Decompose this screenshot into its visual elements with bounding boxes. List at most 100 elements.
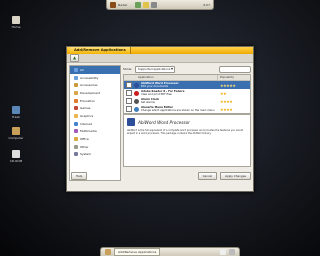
- app-name-cell: Alarm Clock Set alarms: [139, 98, 220, 104]
- table-row[interactable]: AbiWord Word Processor Edit your document…: [124, 81, 250, 89]
- category-label: Graphics: [80, 113, 94, 118]
- workspace-switcher-icon[interactable]: [220, 249, 226, 255]
- computer-icon: [12, 127, 20, 135]
- popularity-stars: ★★★★: [220, 106, 233, 112]
- app-desc: Set alarms: [141, 101, 155, 104]
- category-icon: [74, 137, 78, 142]
- window-body: All Accessibility Accessories Development Ed…: [69, 65, 251, 181]
- category-item[interactable]: Multimedia: [70, 128, 120, 136]
- username-label: Nadwi: [118, 2, 128, 7]
- popularity-stars: ★★: [220, 90, 227, 96]
- description-text: AbiWord is the full equivalent of a comp…: [127, 129, 243, 135]
- bottom-panel: Add/Remove Applications: [100, 247, 240, 256]
- trash-icon: [12, 106, 20, 114]
- apply-changes-button[interactable]: Apply Changes: [220, 172, 251, 180]
- category-item[interactable]: All: [70, 66, 120, 74]
- category-label: Accessories: [80, 83, 98, 88]
- category-label: Other: [80, 144, 89, 149]
- app-name-cell: Adobe Reader 8 - For Fedora View and prin…: [139, 90, 220, 96]
- table-row[interactable]: Adobe Reader 8 - For Fedora View and prin…: [124, 89, 250, 97]
- desktop-icon-home[interactable]: Home: [6, 16, 26, 29]
- help-button[interactable]: Help: [71, 172, 88, 180]
- category-item[interactable]: Other: [70, 143, 120, 151]
- battery-icon[interactable]: [143, 1, 150, 8]
- description-title: AbiWord Word Processor: [138, 119, 190, 125]
- window-titlebar[interactable]: Add/Remove Applications: [67, 47, 253, 54]
- filter-row: Show: Supported applications: [123, 65, 251, 73]
- top-panel: Nadwi 9:07: [0, 0, 320, 10]
- category-icon: [74, 106, 78, 111]
- search-input[interactable]: [219, 65, 251, 73]
- desktop-icon-trash[interactable]: Trash: [6, 106, 26, 119]
- category-item[interactable]: Internet: [70, 120, 120, 128]
- category-item[interactable]: Accessories: [70, 81, 120, 89]
- filter-dropdown[interactable]: Supported applications: [134, 65, 175, 73]
- clock[interactable]: 9:07: [203, 3, 210, 7]
- category-item[interactable]: Accessibility: [70, 74, 120, 82]
- app-desc: Edit your documents: [141, 85, 168, 88]
- category-icon: [74, 98, 78, 103]
- install-checkbox[interactable]: [126, 90, 132, 96]
- app-name-cell: AbiWord Word Processor Edit your document…: [139, 82, 220, 88]
- category-icon: [74, 113, 78, 118]
- window-toolbar: ▲: [67, 54, 253, 63]
- column-popularity[interactable]: Popularity: [217, 75, 250, 80]
- category-label: Accessibility: [80, 75, 99, 80]
- app-description-panel: AbiWord Word Processor AbiWord is the fu…: [123, 114, 251, 167]
- category-item[interactable]: System: [70, 151, 120, 159]
- workspace-switcher-icon[interactable]: [229, 249, 235, 255]
- dialog-buttons: Help Cancel Apply Changes: [71, 171, 251, 181]
- category-item[interactable]: Development: [70, 89, 120, 97]
- cancel-button[interactable]: Cancel: [197, 172, 218, 180]
- volume-icon[interactable]: [151, 1, 158, 8]
- category-label: Multimedia: [80, 129, 97, 134]
- app-table: Application Popularity AbiWord Word Proc…: [123, 74, 251, 114]
- category-label: Office: [80, 137, 89, 142]
- up-arrow-button[interactable]: ▲: [70, 54, 79, 62]
- install-checkbox[interactable]: [126, 106, 132, 112]
- abiword-icon: [127, 118, 135, 126]
- category-item[interactable]: Graphics: [70, 112, 120, 120]
- category-label: Internet: [80, 121, 92, 126]
- cdrom-icon: [12, 150, 20, 158]
- category-icon: [74, 67, 78, 72]
- app-panel: Show: Supported applications Application…: [71, 65, 251, 181]
- category-label: Development: [80, 90, 101, 95]
- category-label: All: [80, 67, 84, 72]
- category-item[interactable]: Office: [70, 135, 120, 143]
- category-icon: [74, 90, 78, 95]
- category-icon: [74, 83, 78, 88]
- app-desc: Change which applications are shown on t…: [141, 109, 215, 112]
- taskbar-item[interactable]: Add/Remove Applications: [114, 248, 161, 256]
- category-list: All Accessibility Accessories Development Ed…: [69, 65, 121, 181]
- category-label: Games: [80, 106, 91, 111]
- top-panel-bar: Nadwi 9:07: [106, 0, 214, 10]
- app-name-cell: Alacarte Menu Editor Change which applica…: [139, 106, 220, 112]
- table-row[interactable]: Alacarte Menu Editor Change which applica…: [124, 105, 250, 113]
- show-label: Show:: [123, 67, 132, 71]
- category-label: Education: [80, 98, 95, 103]
- category-item[interactable]: Games: [70, 104, 120, 112]
- category-icon: [74, 121, 78, 126]
- desktop-icon-computer[interactable]: Computer: [6, 127, 26, 140]
- category-icon: [74, 75, 78, 80]
- category-icon: [74, 144, 78, 149]
- table-row[interactable]: Alarm Clock Set alarms ★★★★: [124, 97, 250, 105]
- install-checkbox[interactable]: [126, 98, 132, 104]
- user-icon[interactable]: [110, 1, 116, 8]
- app-desc: View and print PDF files: [141, 93, 172, 96]
- popularity-stars: ★★★★★: [220, 82, 236, 88]
- column-application[interactable]: Application: [136, 75, 217, 80]
- category-icon: [74, 129, 78, 134]
- add-remove-window: Add/Remove Applications ▲ All Accessibili…: [66, 46, 254, 192]
- home-icon: [12, 16, 20, 24]
- desktop-icon-cdrom[interactable]: CD-ROM: [6, 150, 26, 163]
- category-icon: [74, 152, 78, 157]
- show-desktop-icon[interactable]: [105, 249, 111, 255]
- install-checkbox[interactable]: [126, 82, 132, 88]
- category-item[interactable]: Education: [70, 97, 120, 105]
- popularity-stars: ★★★★: [220, 98, 233, 104]
- window-title: Add/Remove Applications: [70, 47, 131, 54]
- network-icon[interactable]: [135, 1, 142, 8]
- category-label: System: [80, 152, 92, 157]
